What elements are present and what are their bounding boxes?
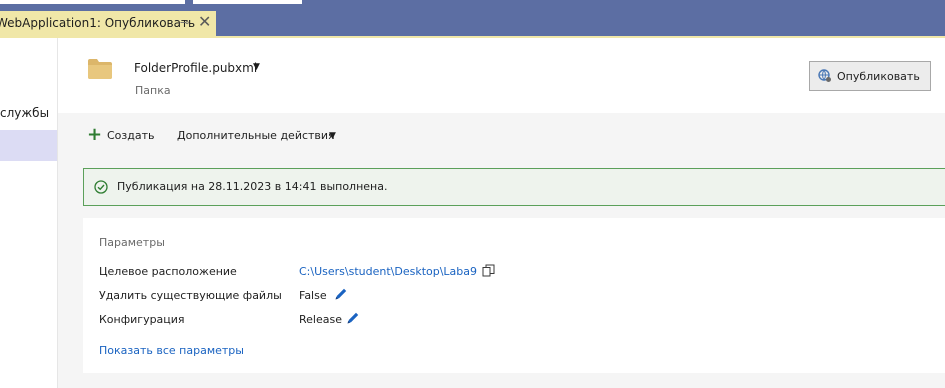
profile-name[interactable]: FolderProfile.pubxml (134, 61, 257, 75)
copy-icon[interactable] (482, 264, 495, 277)
top-window-strip (0, 0, 945, 11)
folder-icon (88, 59, 112, 79)
show-all-parameters-link[interactable]: Показать все параметры (99, 344, 244, 357)
publish-button-label: Опубликовать (837, 70, 920, 83)
chevron-down-icon[interactable]: ▼ (329, 131, 336, 141)
more-actions-button[interactable]: Дополнительные действия (177, 129, 335, 142)
left-sidebar: службы (0, 38, 58, 388)
pencil-icon[interactable] (346, 311, 360, 325)
param-label-delete-existing: Удалить существующие файлы (99, 289, 282, 302)
pin-icon[interactable]: ⊸ (180, 16, 189, 29)
publish-status-bar: Публикация на 28.11.2023 в 14:41 выполне… (83, 168, 945, 206)
status-message: Публикация на 28.11.2023 в 14:41 выполне… (117, 180, 388, 193)
publish-icon (818, 69, 831, 82)
success-check-icon (94, 180, 108, 194)
profile-type: Папка (135, 84, 171, 97)
sidebar-item-selected[interactable] (0, 130, 57, 161)
tab-title: WebApplication1: Опубликовать (0, 16, 196, 30)
chevron-down-icon[interactable]: ▼ (253, 62, 260, 72)
target-location-link[interactable]: C:\Users\student\Desktop\Laba9 (299, 265, 477, 278)
param-label-target: Целевое расположение (99, 265, 237, 278)
top-field-right (193, 0, 302, 4)
delete-existing-value: False (299, 289, 327, 302)
close-icon[interactable]: ✕ (198, 13, 211, 31)
create-button[interactable]: Создать (107, 129, 155, 142)
parameters-title: Параметры (99, 236, 165, 249)
plus-icon[interactable]: + (87, 126, 102, 144)
publish-button[interactable]: Опубликовать (809, 61, 931, 91)
document-tab-bar: WebApplication1: Опубликовать ⊸ ✕ (0, 11, 945, 36)
configuration-value: Release (299, 313, 342, 326)
tab-publish[interactable]: WebApplication1: Опубликовать ⊸ ✕ (0, 11, 216, 36)
sidebar-item-services[interactable]: службы (0, 106, 49, 120)
pencil-icon[interactable] (334, 287, 348, 301)
param-label-configuration: Конфигурация (99, 313, 185, 326)
top-field-left (0, 0, 185, 4)
